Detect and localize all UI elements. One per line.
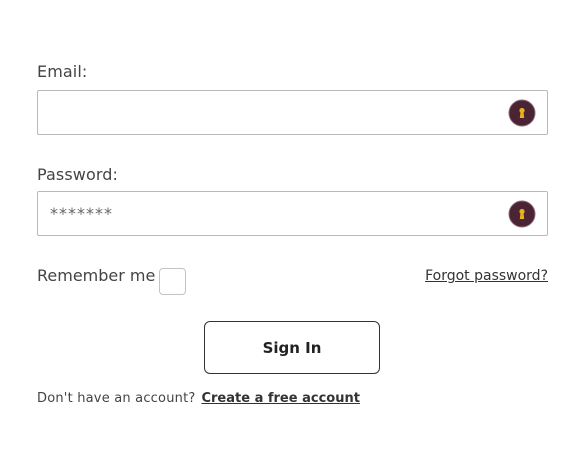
signup-prompt: Don't have an account? (37, 391, 196, 406)
remember-me-label: Remember me (37, 266, 156, 285)
login-page: Email: Password: Remember me Forgot pass… (0, 0, 584, 460)
password-field-container (37, 191, 548, 236)
create-account-link[interactable]: Create a free account (201, 391, 359, 406)
keyhole-icon[interactable] (508, 200, 536, 228)
remember-me-checkbox[interactable] (159, 268, 186, 295)
email-field-container (37, 90, 548, 135)
signup-row: Don't have an account? Create a free acco… (37, 391, 360, 406)
email-field[interactable] (38, 91, 478, 134)
sign-in-button[interactable]: Sign In (204, 321, 380, 374)
password-label: Password: (37, 165, 119, 184)
keyhole-icon[interactable] (508, 99, 536, 127)
password-field[interactable] (38, 192, 478, 235)
forgot-password-link[interactable]: Forgot password? (425, 268, 548, 284)
email-label: Email: (37, 62, 88, 81)
